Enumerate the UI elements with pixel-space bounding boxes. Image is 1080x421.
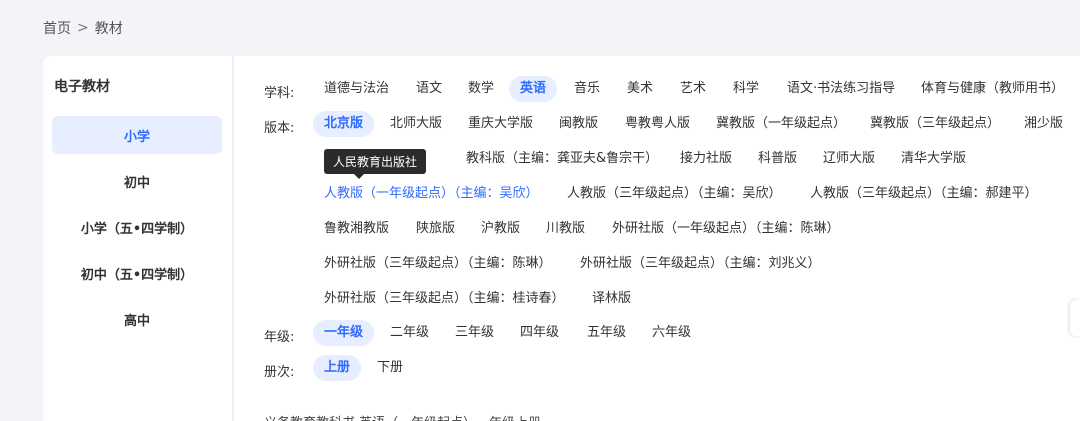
subject-option-english[interactable]: 英语: [509, 76, 558, 102]
sidebar-item-junior-54[interactable]: 初中（五•四学制）: [52, 254, 222, 292]
grade-option[interactable]: 四年级: [509, 320, 570, 346]
grade-option[interactable]: 三年级: [444, 320, 505, 346]
edition-option[interactable]: 清华大学版: [890, 146, 977, 172]
edition-option[interactable]: 沪教版: [470, 216, 531, 242]
sidebar-item-junior[interactable]: 初中: [52, 162, 222, 200]
volume-option-second[interactable]: 下册: [366, 355, 414, 381]
edition-option[interactable]: 冀教版（一年级起点）: [705, 111, 857, 137]
sidebar: 电子教材 小学 初中 小学（五•四学制） 初中（五•四学制） 高中: [43, 56, 232, 421]
grade-label: 年级:: [264, 330, 295, 345]
subject-option[interactable]: 艺术: [669, 76, 717, 102]
side-drawer-handle[interactable]: [1070, 300, 1080, 336]
edition-label: 版本:: [264, 121, 295, 136]
edition-option[interactable]: 外研社版（三年级起点）（主编：刘兆义）: [569, 251, 832, 277]
subject-option[interactable]: 语文: [405, 76, 453, 102]
edition-option[interactable]: 重庆大学版: [457, 111, 544, 137]
edition-option[interactable]: 科普版: [747, 146, 808, 172]
edition-option[interactable]: 鲁教湘教版: [313, 216, 400, 242]
edition-option[interactable]: 川教版: [535, 216, 596, 242]
breadcrumb: 首页 > 教材: [43, 18, 123, 38]
grade-option[interactable]: 二年级: [379, 320, 440, 346]
edition-option[interactable]: 辽师大版: [812, 146, 886, 172]
volume-option-first[interactable]: 上册: [313, 355, 362, 381]
edition-option[interactable]: 接力社版: [669, 146, 743, 172]
sidebar-item-senior[interactable]: 高中: [52, 300, 222, 338]
subject-option[interactable]: 语文·书法练习指导: [776, 76, 906, 102]
breadcrumb-home[interactable]: 首页: [43, 18, 71, 38]
breadcrumb-current: 教材: [94, 21, 123, 37]
edition-option[interactable]: 湘少版: [1013, 111, 1074, 137]
edition-option[interactable]: 陕旅版: [405, 216, 466, 242]
grade-option[interactable]: 五年级: [576, 320, 637, 346]
edition-option[interactable]: 冀教版（三年级起点）: [859, 111, 1011, 137]
edition-option[interactable]: 外研社版（三年级起点）（主编：陈琳）: [313, 251, 563, 277]
edition-option[interactable]: 人教版（三年级起点）（主编：郝建平）: [799, 181, 1049, 207]
edition-option[interactable]: 外研社版（三年级起点）（主编：桂诗春）: [313, 286, 576, 312]
edition-tooltip: 人民教育出版社: [324, 149, 427, 179]
edition-option-pep-grade1[interactable]: 人教版（一年级起点）（主编：吴欣）: [313, 181, 550, 207]
sidebar-item-primary[interactable]: 小学: [52, 116, 222, 154]
subject-option[interactable]: 道德与法治: [313, 76, 400, 102]
subject-option[interactable]: 科学: [722, 76, 770, 102]
grade-option-1[interactable]: 一年级: [313, 320, 375, 346]
edition-option[interactable]: 北师大版: [379, 111, 453, 137]
sidebar-item-primary-54[interactable]: 小学（五•四学制）: [52, 208, 222, 246]
breadcrumb-separator: >: [77, 20, 89, 36]
textbook-title-cutoff[interactable]: 义务教育教科书·英语（一年级起点）一年级上册: [264, 412, 541, 421]
edition-option[interactable]: 粤教粤人版: [614, 111, 701, 137]
volume-label: 册次:: [264, 365, 295, 380]
subject-option[interactable]: 体育与健康（教师用书）: [910, 76, 1075, 102]
grade-option[interactable]: 六年级: [641, 320, 702, 346]
subject-option[interactable]: 美术: [616, 76, 664, 102]
edition-option[interactable]: 外研社版（一年级起点）（主编：陈琳）: [601, 216, 851, 242]
edition-option[interactable]: 闽教版: [548, 111, 609, 137]
edition-option[interactable]: 人教版（三年级起点）（主编：吴欣）: [556, 181, 793, 207]
subject-option[interactable]: 音乐: [563, 76, 611, 102]
edition-option[interactable]: 教科版（主编：龚亚夫&鲁宗干）: [455, 146, 669, 172]
subject-label: 学科:: [264, 86, 295, 101]
edition-option-beijing[interactable]: 北京版: [313, 111, 375, 137]
edition-option[interactable]: 译林版: [581, 286, 642, 312]
sidebar-title: 电子教材: [54, 79, 110, 95]
subject-option[interactable]: 数学: [457, 76, 505, 102]
